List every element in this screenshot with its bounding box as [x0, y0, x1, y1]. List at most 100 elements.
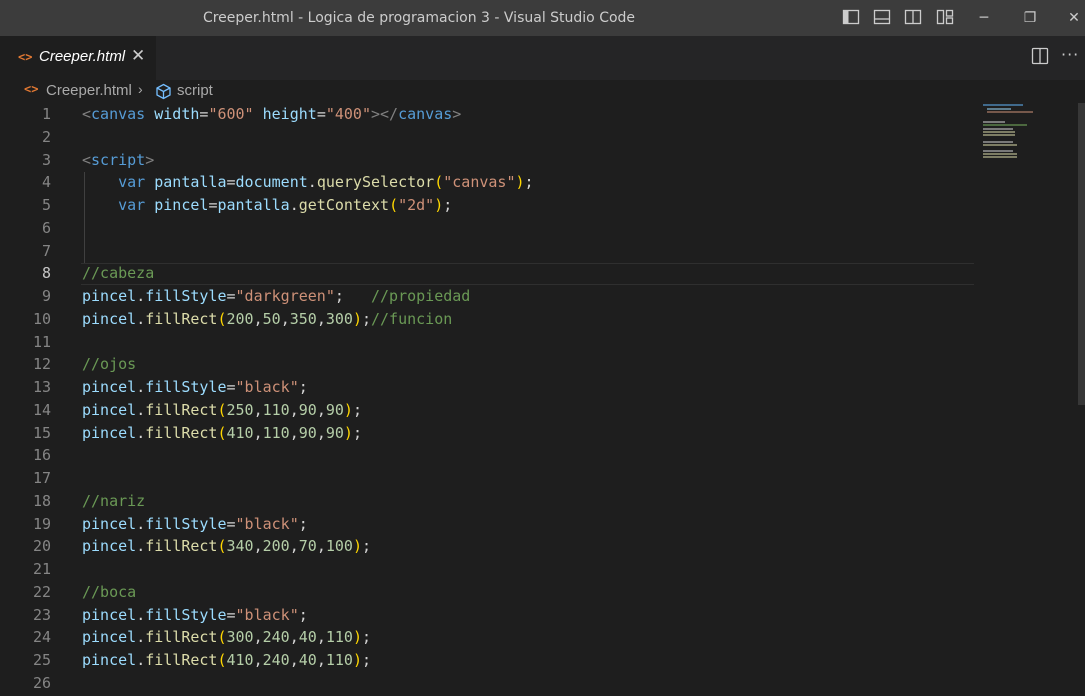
code-line[interactable]: pincel.fillRect(300,240,40,110);	[82, 626, 371, 649]
breadcrumb-file[interactable]: Creeper.html	[46, 82, 132, 99]
code-token: //nariz	[82, 491, 146, 510]
split-editor-icon[interactable]	[1031, 47, 1049, 65]
code-token: 240	[262, 651, 290, 669]
minimize-button[interactable]: ─	[972, 6, 996, 30]
line-number: 8	[41, 264, 51, 283]
chevron-right-icon: ›	[138, 81, 143, 97]
code-token: =	[226, 173, 236, 192]
code-token: .	[136, 514, 146, 533]
breadcrumb-symbol[interactable]: script	[177, 82, 213, 99]
code-token: //cabeza	[82, 264, 155, 283]
line-number: 9	[41, 287, 51, 305]
code-token: "600"	[208, 105, 254, 123]
toggle-panel-icon[interactable]	[873, 8, 891, 26]
code-line[interactable]: //cabeza	[82, 262, 154, 285]
code-token: ;	[352, 400, 362, 419]
code-token: ;	[298, 514, 308, 533]
line-number: 7	[41, 241, 51, 260]
code-token: 40	[298, 651, 317, 669]
code-line[interactable]: pincel.fillStyle="black";	[82, 604, 308, 627]
code-line[interactable]: pincel.fillRect(410,240,40,110);	[82, 649, 371, 672]
code-token: .	[136, 309, 146, 328]
line-number: 22	[32, 582, 51, 601]
line-number: 17	[32, 469, 51, 487]
code-line[interactable]: pincel.fillRect(200,50,350,300);//funcio…	[82, 308, 452, 331]
tab-creeper-html[interactable]: <> Creeper.html ✕	[0, 36, 156, 80]
code-token: pincel	[82, 423, 137, 442]
code-line[interactable]: pincel.fillRect(410,110,90,90);	[82, 422, 362, 445]
code-token: canvas	[398, 105, 453, 123]
code-line[interactable]: //ojos	[82, 353, 136, 376]
code-token: ,	[289, 537, 299, 556]
code-token: ,	[316, 651, 326, 669]
code-line[interactable]: //boca	[82, 581, 136, 604]
code-token: ,	[253, 423, 263, 442]
code-token: ,	[253, 628, 263, 647]
code-token: pincel	[82, 651, 137, 669]
vertical-scrollbar[interactable]	[1078, 103, 1085, 405]
code-token: 110	[262, 423, 290, 442]
line-number: 12	[32, 355, 51, 374]
code-token: .	[136, 628, 146, 647]
code-token: fillRect	[145, 423, 218, 442]
code-token: ;	[361, 628, 371, 647]
line-number: 11	[32, 332, 51, 351]
code-line[interactable]: <canvas width="600" height="400"></canva…	[82, 103, 461, 126]
code-token: 40	[298, 628, 317, 647]
html-file-icon: <>	[24, 82, 39, 96]
line-number: 19	[32, 514, 51, 533]
code-token: fillStyle	[145, 514, 227, 533]
line-number: 6	[41, 218, 51, 237]
code-token: getContext	[298, 196, 390, 214]
code-line[interactable]: <script>	[82, 149, 154, 172]
code-token: fillStyle	[145, 378, 227, 396]
toggle-secondary-sidebar-icon[interactable]	[904, 8, 922, 26]
code-token: .	[136, 378, 146, 396]
more-actions-icon[interactable]: ···	[1061, 45, 1079, 64]
code-token: .	[136, 605, 146, 624]
line-number: 15	[32, 423, 51, 442]
code-token: <	[82, 105, 92, 123]
code-token: ;	[298, 378, 308, 396]
code-token: )	[352, 651, 362, 669]
code-line[interactable]: pincel.fillStyle="darkgreen"; //propieda…	[82, 285, 470, 308]
code-token: (	[217, 651, 227, 669]
code-token: "400"	[325, 105, 371, 123]
code-token: pincel	[82, 514, 137, 533]
code-token: (	[389, 196, 399, 214]
code-token: pincel	[82, 400, 137, 419]
toggle-primary-sidebar-icon[interactable]	[842, 8, 860, 26]
code-token: .	[136, 287, 146, 305]
code-line[interactable]: pincel.fillStyle="black";	[82, 513, 308, 536]
code-line[interactable]: var pantalla=document.querySelector("can…	[82, 171, 533, 194]
code-token: )	[352, 537, 362, 556]
tab-label: Creeper.html	[39, 48, 126, 65]
code-line[interactable]: //nariz	[82, 490, 145, 513]
code-token: <	[82, 150, 92, 169]
restore-button[interactable]: ❐	[1018, 6, 1042, 30]
code-line[interactable]: pincel.fillRect(340,200,70,100);	[82, 535, 371, 558]
customize-layout-icon[interactable]	[936, 8, 954, 26]
code-token: )	[343, 400, 353, 419]
code-token: ;	[443, 196, 453, 214]
code-token: ></	[371, 105, 399, 123]
close-window-button[interactable]: ✕	[1062, 6, 1085, 30]
code-token: "2d"	[398, 196, 435, 214]
code-token: ,	[289, 423, 299, 442]
code-token: //propiedad	[371, 287, 471, 305]
minimap[interactable]	[982, 103, 1042, 163]
line-number: 16	[32, 446, 51, 465]
tab-close-icon[interactable]: ✕	[131, 46, 145, 66]
code-line[interactable]: pincel.fillRect(250,110,90,90);	[82, 399, 362, 422]
code-line[interactable]: var pincel=pantalla.getContext("2d");	[82, 194, 452, 217]
code-token: 340	[226, 537, 254, 556]
code-line[interactable]: pincel.fillStyle="black";	[82, 376, 308, 399]
code-editor[interactable]: 1 2 3 4 5 6 7 8 9 10 11 12 13 14 15 16 17 18 19 20 21 22 23 24 2…	[0, 103, 1085, 696]
breadcrumb: <> Creeper.html › script	[0, 80, 1085, 102]
code-token: ,	[316, 400, 326, 419]
code-token: >	[145, 150, 155, 169]
line-number: 5	[41, 196, 51, 214]
code-token: (	[217, 400, 227, 419]
code-token: .	[289, 196, 299, 214]
